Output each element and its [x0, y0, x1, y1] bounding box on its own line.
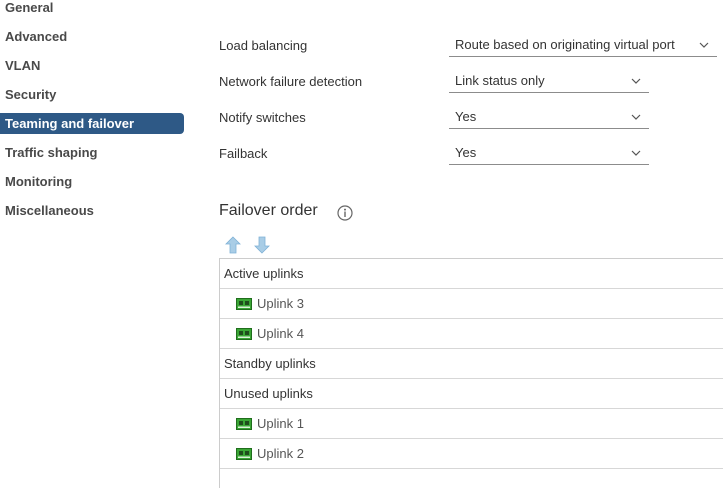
- group-standby-uplinks: Standby uplinks: [220, 349, 723, 379]
- sidebar-item-security[interactable]: Security: [0, 84, 184, 105]
- failback-label: Failback: [219, 146, 268, 161]
- sidebar-item-general[interactable]: General: [0, 0, 184, 18]
- uplink-row-4[interactable]: Uplink 4: [220, 319, 723, 349]
- chevron-down-icon: [631, 150, 641, 156]
- group-unused-uplinks: Unused uplinks: [220, 379, 723, 409]
- network-failure-detection-value: Link status only: [455, 73, 545, 88]
- group-label: Standby uplinks: [224, 356, 316, 371]
- uplink-label: Uplink 3: [257, 296, 304, 311]
- failback-value: Yes: [455, 145, 477, 160]
- info-icon[interactable]: [337, 205, 353, 221]
- sidebar-item-miscellaneous[interactable]: Miscellaneous: [0, 200, 184, 221]
- failover-order-grid: Active uplinks Uplink 3 Uplink 4 Standby…: [219, 258, 723, 488]
- notify-switches-select[interactable]: Yes: [449, 107, 649, 129]
- uplink-row-3[interactable]: Uplink 3: [220, 289, 723, 319]
- sidebar-item-advanced[interactable]: Advanced: [0, 26, 184, 47]
- network-adapter-icon: [236, 327, 252, 340]
- notify-switches-label: Notify switches: [219, 110, 306, 125]
- uplink-row-1[interactable]: Uplink 1: [220, 409, 723, 439]
- chevron-down-icon: [631, 114, 641, 120]
- network-adapter-icon: [236, 447, 252, 460]
- chevron-down-icon: [699, 42, 709, 48]
- sidebar-item-monitoring[interactable]: Monitoring: [0, 171, 184, 192]
- sidebar-item-vlan[interactable]: VLAN: [0, 55, 184, 76]
- group-label: Unused uplinks: [224, 386, 313, 401]
- group-active-uplinks: Active uplinks: [220, 259, 723, 289]
- uplink-label: Uplink 2: [257, 446, 304, 461]
- failback-select[interactable]: Yes: [449, 143, 649, 165]
- move-down-icon[interactable]: [254, 236, 270, 254]
- load-balancing-value: Route based on originating virtual port: [455, 37, 675, 52]
- group-label: Active uplinks: [224, 266, 304, 281]
- load-balancing-label: Load balancing: [219, 38, 308, 53]
- network-adapter-icon: [236, 417, 252, 430]
- uplink-label: Uplink 4: [257, 326, 304, 341]
- network-failure-detection-label: Network failure detection: [219, 74, 363, 89]
- sidebar-item-traffic-shaping[interactable]: Traffic shaping: [0, 142, 184, 163]
- uplink-label: Uplink 1: [257, 416, 304, 431]
- sidebar-item-teaming-and-failover[interactable]: Teaming and failover: [0, 113, 184, 134]
- chevron-down-icon: [631, 78, 641, 84]
- network-adapter-icon: [236, 297, 252, 310]
- move-up-icon[interactable]: [225, 236, 241, 254]
- uplink-row-2[interactable]: Uplink 2: [220, 439, 723, 469]
- failover-order-title: Failover order: [219, 202, 318, 219]
- notify-switches-value: Yes: [455, 109, 477, 124]
- load-balancing-select[interactable]: Route based on originating virtual port: [449, 35, 717, 57]
- network-failure-detection-select[interactable]: Link status only: [449, 71, 649, 93]
